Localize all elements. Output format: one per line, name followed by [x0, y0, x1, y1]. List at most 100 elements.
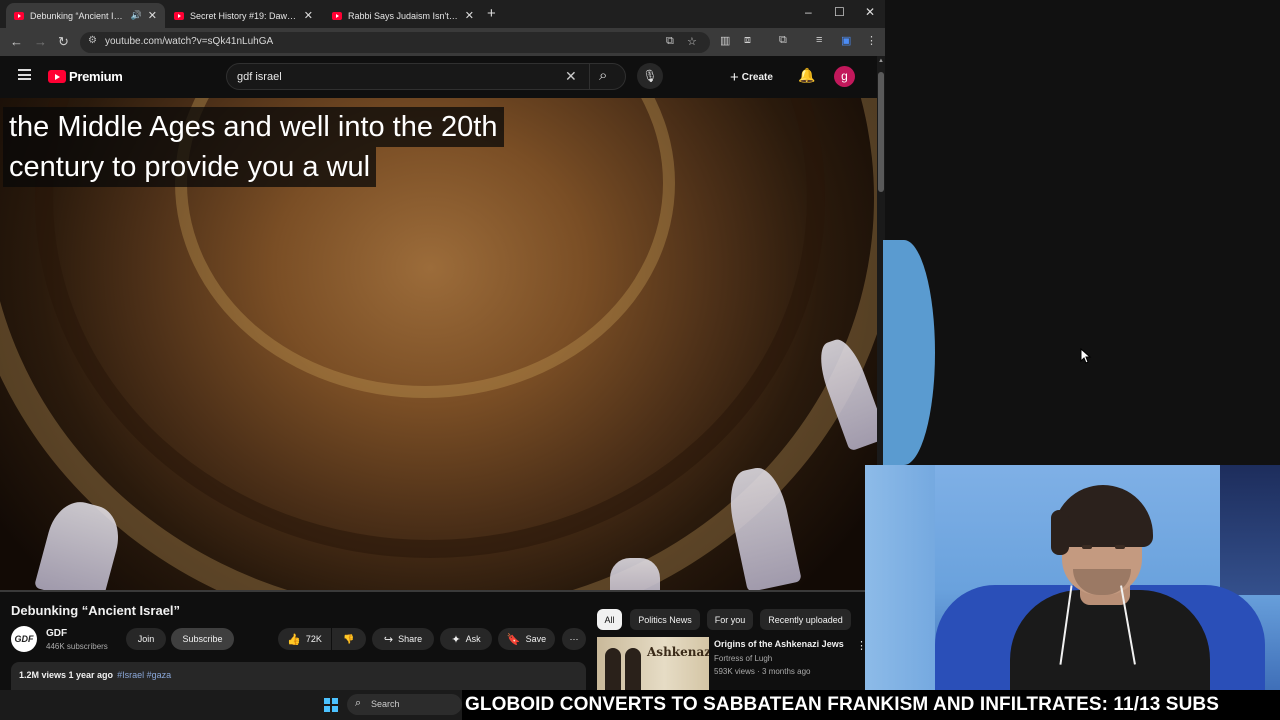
dislike-button[interactable]: 👎 — [332, 628, 366, 650]
dome-window — [723, 463, 802, 590]
close-tab-icon[interactable]: ✕ — [465, 9, 474, 22]
maximize-button[interactable]: ☐ — [834, 5, 845, 19]
menu-list-icon[interactable]: ≡ — [816, 34, 822, 46]
hamburger-menu-icon[interactable] — [18, 69, 31, 80]
tab-rabbi-says[interactable]: Rabbi Says Judaism Isn't a Relig ✕ — [324, 3, 482, 28]
clear-search-icon[interactable]: ✕ — [565, 68, 577, 85]
thumbs-down-icon: 👎 — [343, 633, 355, 644]
youtube-favicon-icon — [174, 11, 184, 20]
webcam-curtain — [865, 465, 935, 690]
reload-icon[interactable]: ↻ — [58, 34, 69, 50]
subscribe-button[interactable]: Subscribe — [171, 628, 234, 650]
youtube-favicon-icon — [332, 11, 342, 20]
extensions-icon[interactable]: ⧈ — [744, 34, 751, 47]
search-divider — [589, 64, 590, 89]
tab-strip: Debunking “Ancient Israel” 🔊 ✕ Secret Hi… — [0, 0, 885, 28]
windows-start-icon[interactable] — [324, 698, 338, 712]
tab-title: Debunking “Ancient Israel” — [30, 10, 127, 21]
chip-recently-uploaded[interactable]: Recently uploaded — [760, 609, 851, 630]
like-count: 72K — [305, 634, 322, 644]
recommendation-thumbnail[interactable]: Ashkenazi — [597, 637, 709, 690]
forward-arrow-icon[interactable]: → — [34, 34, 47, 49]
youtube-favicon-icon — [14, 11, 24, 20]
chip-all[interactable]: All — [597, 609, 622, 630]
thumbnail-text: Ashkenazi — [647, 645, 709, 659]
youtube-header: Premium gdf israel ✕ ⌕ 🎙 + Create 🔔 g — [0, 56, 877, 98]
create-label: Create — [741, 72, 773, 83]
new-tab-button[interactable]: + — [487, 5, 496, 22]
close-tab-icon[interactable]: ✕ — [304, 9, 313, 22]
webcam-person-hair-side — [1051, 510, 1069, 555]
tab-debunking-ancient-israel[interactable]: Debunking “Ancient Israel” 🔊 ✕ — [6, 3, 165, 28]
create-button[interactable]: + Create — [730, 69, 773, 86]
speaker-icon[interactable]: 🔊 — [131, 10, 142, 21]
user-avatar[interactable]: g — [834, 66, 855, 87]
bookmark-star-icon[interactable]: ☆ — [687, 35, 697, 48]
taskbar-search[interactable]: ⌕ Search — [347, 694, 462, 715]
close-tab-icon[interactable]: ✕ — [148, 9, 157, 22]
back-arrow-icon[interactable]: ← — [10, 34, 23, 49]
share-arrow-icon: ↪ — [383, 633, 394, 646]
kebab-menu-icon[interactable]: ⋮ — [866, 34, 877, 47]
logo-text: Premium — [69, 69, 123, 84]
webcam-person-body — [1010, 590, 1210, 690]
desktop-background-shape — [883, 240, 935, 465]
chip-politics-news[interactable]: Politics News — [630, 609, 700, 630]
channel-avatar[interactable]: GDF — [11, 626, 37, 652]
close-window-button[interactable]: ✕ — [865, 5, 875, 19]
url-text[interactable]: youtube.com/watch?v=sQk41nLuhGA — [105, 36, 273, 47]
share-button[interactable]: ↪ Share — [372, 628, 434, 650]
webcam-person-eye — [1082, 545, 1092, 549]
install-app-icon[interactable]: ⧉ — [666, 35, 674, 48]
description-box[interactable]: 1.2M views 1 year ago #Israel #gaza — [11, 662, 586, 690]
microphone-icon[interactable]: 🎙 — [637, 63, 663, 89]
sparkle-icon: ✦ — [451, 633, 461, 646]
recommendation-channel[interactable]: Fortress of Lugh — [714, 654, 772, 663]
bookmark-icon: 🔖 — [506, 633, 521, 646]
address-bar[interactable]: ⚙ youtube.com/watch?v=sQk41nLuhGA ⧉ ☆ — [80, 32, 710, 53]
search-input[interactable]: gdf israel — [237, 71, 282, 83]
notifications-bell-icon[interactable]: 🔔 — [798, 67, 815, 84]
tab-title: Secret History #19: Dawn of the — [190, 10, 298, 21]
minimize-button[interactable]: – — [805, 5, 812, 19]
scrollbar-thumb[interactable] — [878, 72, 884, 192]
profile-icon[interactable]: ▣ — [841, 34, 851, 47]
thumbs-up-icon: 👍 — [287, 633, 301, 646]
tab-secret-history[interactable]: Secret History #19: Dawn of the ✕ — [166, 3, 321, 28]
taskbar-search-label: Search — [371, 699, 400, 709]
caption-line-1: the Middle Ages and well into the 20th — [3, 107, 504, 147]
tab-search-icon[interactable]: ⧉ — [779, 34, 787, 47]
dome-window — [610, 558, 660, 590]
plus-icon: + — [730, 69, 739, 86]
ticker-banner: GLOBOID CONVERTS TO SABBATEAN FRANKISM A… — [462, 690, 1280, 720]
save-button[interactable]: 🔖 Save — [498, 628, 555, 650]
search-bar[interactable]: gdf israel ✕ ⌕ — [226, 63, 626, 90]
save-label: Save — [525, 634, 547, 644]
video-progress-bar[interactable] — [0, 590, 877, 592]
ask-button[interactable]: ✦ Ask — [440, 628, 492, 650]
video-title: Debunking “Ancient Israel” — [11, 603, 181, 618]
webcam-background-window — [1220, 465, 1280, 595]
recommendation-title[interactable]: Origins of the Ashkenazi Jews — [714, 639, 844, 649]
site-info-icon[interactable]: ⚙ — [88, 35, 97, 46]
more-actions-button[interactable]: ⋯ — [562, 628, 586, 650]
browser-toolbar: ← → ↻ ⚙ youtube.com/watch?v=sQk41nLuhGA … — [0, 28, 885, 56]
webcam-overlay — [865, 465, 1280, 690]
reading-list-icon[interactable]: ▥ — [720, 34, 730, 47]
video-player[interactable]: the Middle Ages and well into the 20th c… — [0, 98, 877, 590]
thumbnail-figure — [625, 648, 641, 690]
channel-name[interactable]: GDF — [46, 628, 67, 639]
ask-label: Ask — [465, 634, 481, 644]
scroll-up-icon[interactable]: ▲ — [877, 58, 885, 64]
youtube-logo[interactable]: Premium — [48, 69, 123, 84]
browser-window: Debunking “Ancient Israel” 🔊 ✕ Secret Hi… — [0, 0, 885, 690]
webcam-person-eye — [1115, 545, 1125, 549]
join-button[interactable]: Join — [126, 628, 166, 650]
thumbnail-figure — [605, 648, 621, 690]
hashtags[interactable]: #Israel #gaza — [117, 670, 171, 680]
search-icon[interactable]: ⌕ — [599, 67, 607, 84]
screen: Debunking “Ancient Israel” 🔊 ✕ Secret Hi… — [0, 0, 1280, 720]
like-button[interactable]: 👍 72K — [278, 628, 331, 650]
chip-for-you[interactable]: For you — [707, 609, 753, 630]
tab-title: Rabbi Says Judaism Isn't a Relig — [348, 10, 459, 21]
